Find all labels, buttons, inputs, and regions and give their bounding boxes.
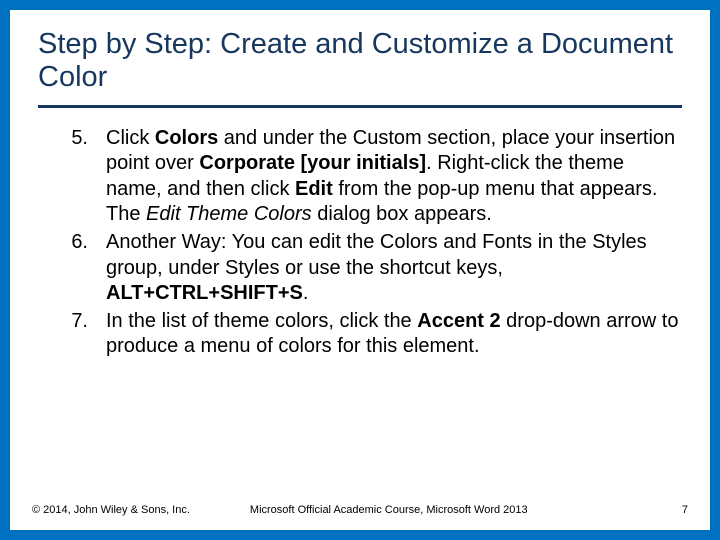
step-list: 5.Click Colors and under the Custom sect… bbox=[52, 126, 682, 360]
footer-course: Microsoft Official Academic Course, Micr… bbox=[250, 504, 682, 516]
step-text: Click Colors and under the Custom sectio… bbox=[106, 126, 682, 228]
list-item: 6.Another Way: You can edit the Colors a… bbox=[52, 230, 682, 307]
list-item: 7.In the list of theme colors, click the… bbox=[52, 309, 682, 360]
step-number: 6. bbox=[52, 230, 106, 307]
step-text: Another Way: You can edit the Colors and… bbox=[106, 230, 682, 307]
slide: Step by Step: Create and Customize a Doc… bbox=[0, 0, 720, 540]
step-number: 5. bbox=[52, 126, 106, 228]
body-content: 5.Click Colors and under the Custom sect… bbox=[38, 126, 682, 360]
footer-copyright: © 2014, John Wiley & Sons, Inc. bbox=[32, 504, 190, 516]
list-item: 5.Click Colors and under the Custom sect… bbox=[52, 126, 682, 228]
step-text: In the list of theme colors, click the A… bbox=[106, 309, 682, 360]
page-title: Step by Step: Create and Customize a Doc… bbox=[38, 28, 682, 108]
step-number: 7. bbox=[52, 309, 106, 360]
footer: © 2014, John Wiley & Sons, Inc. Microsof… bbox=[32, 504, 688, 516]
footer-page-number: 7 bbox=[682, 504, 688, 516]
